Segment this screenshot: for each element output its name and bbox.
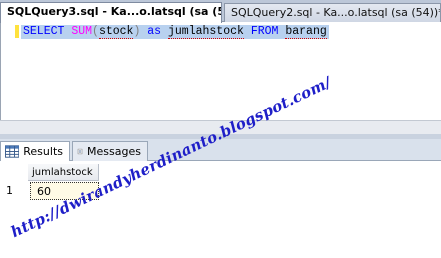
sql-function-sum: SUM [71, 25, 93, 38]
sql-table-barang: barang [285, 25, 327, 39]
tab-results[interactable]: Results [0, 141, 70, 161]
sql-open-paren: ( [92, 25, 99, 38]
tab-messages[interactable]: Messages [72, 141, 148, 161]
document-tab-bar: SQLQuery3.sql - Ka...o.latsql (sa (51))*… [0, 0, 441, 23]
column-header-jumlahstock[interactable]: jumlahstock [28, 164, 99, 181]
sql-keyword-as: as [147, 25, 162, 38]
sql-keyword-from: FROM [250, 25, 279, 38]
row-number[interactable]: 1 [2, 182, 26, 199]
sql-query-line[interactable]: SELECT SUM(stock) as jumlahstock FROM ba… [21, 25, 329, 39]
tab-sqlquery3[interactable]: SQLQuery3.sql - Ka...o.latsql (sa (51))* [0, 2, 222, 23]
sql-column-stock: stock [98, 25, 134, 39]
messages-icon [77, 148, 83, 155]
tab-sqlquery2[interactable]: SQLQuery2.sql - Ka...o.latsql (sa (54))* [224, 3, 441, 22]
sql-alias: jumlahstock [168, 25, 244, 39]
tab-results-label: Results [23, 145, 63, 158]
grid-icon [5, 145, 20, 158]
query-editor[interactable]: SELECT SUM(stock) as jumlahstock FROM ba… [0, 23, 441, 120]
tab-messages-label: Messages [87, 145, 141, 158]
changed-line-marker [15, 25, 19, 38]
sql-keyword-select: SELECT [23, 25, 65, 38]
sql-close-paren: ) [133, 25, 141, 38]
